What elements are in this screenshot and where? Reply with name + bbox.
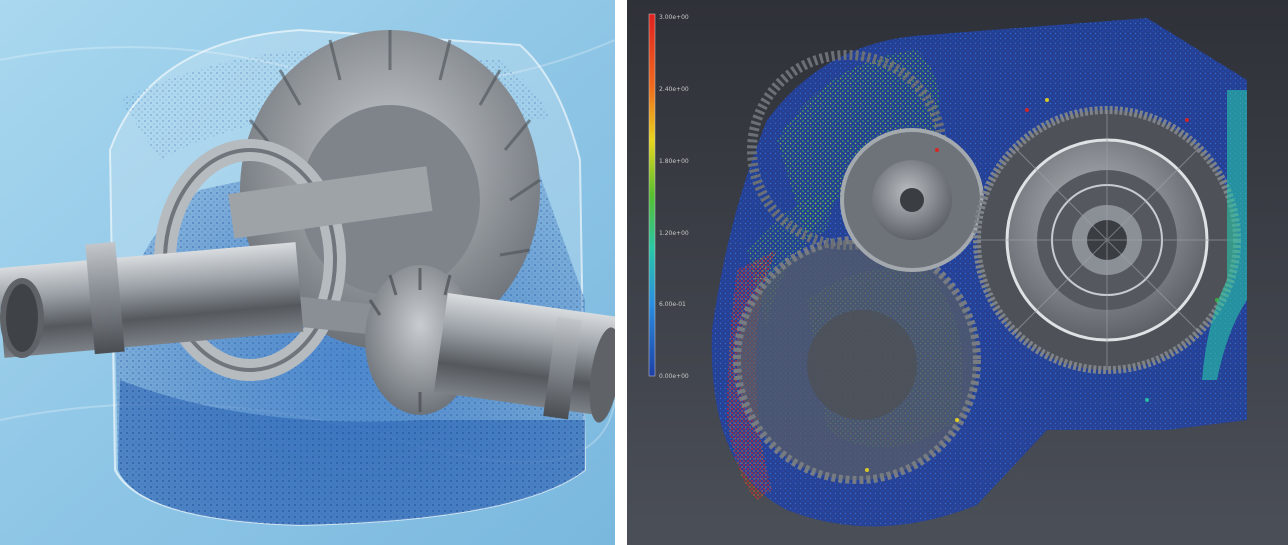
legend-tick-2: 1.80e+00 (659, 158, 689, 165)
differential-scene (0, 0, 615, 545)
differential-simulation-image (0, 0, 615, 545)
panel-divider (615, 0, 627, 545)
legend-tick-5: 0.00e+00 (659, 373, 689, 380)
legend-color-bar (648, 13, 656, 377)
large-right-gear (973, 106, 1241, 374)
legend-tick-3: 1.20e+00 (659, 230, 689, 237)
middle-pinion-gear (840, 128, 984, 272)
gearbox-scene: 3.00e+00 2.40e+00 1.80e+00 1.20e+00 6.00… (627, 0, 1288, 545)
gearbox-simulation-image: 3.00e+00 2.40e+00 1.80e+00 1.20e+00 6.00… (627, 0, 1288, 545)
legend-tick-4: 6.00e-01 (659, 301, 686, 308)
large-left-gear (733, 236, 981, 484)
legend-tick-1: 2.40e+00 (659, 86, 689, 93)
legend-tick-0: 3.00e+00 (659, 14, 689, 21)
